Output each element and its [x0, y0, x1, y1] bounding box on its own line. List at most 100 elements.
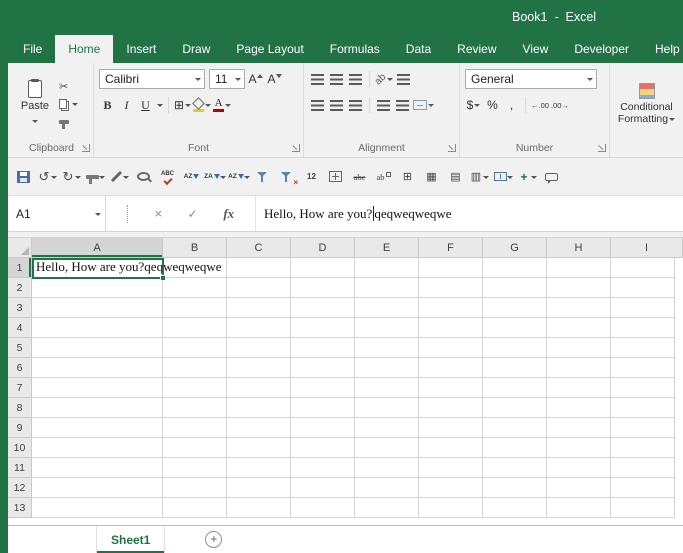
- cell-E11[interactable]: [355, 458, 419, 478]
- decrease-font-size-button[interactable]: A: [266, 70, 283, 88]
- select-all-corner[interactable]: [8, 238, 32, 258]
- increase-decimal-button[interactable]: ←.00: [531, 96, 549, 114]
- align-right-button[interactable]: [347, 96, 364, 114]
- font-size-select[interactable]: 11: [209, 69, 245, 89]
- save-button[interactable]: [12, 165, 35, 189]
- cell-A8[interactable]: [32, 398, 163, 418]
- cell-B7[interactable]: [163, 378, 227, 398]
- draw-border-button[interactable]: [108, 165, 131, 189]
- undo-button[interactable]: ↺: [36, 165, 59, 189]
- cell-D5[interactable]: [291, 338, 355, 358]
- cell-C6[interactable]: [227, 358, 291, 378]
- cell-H6[interactable]: [547, 358, 611, 378]
- cell-I9[interactable]: [611, 418, 675, 438]
- cell-I4[interactable]: [611, 318, 675, 338]
- cell-I2[interactable]: [611, 278, 675, 298]
- superscript-button[interactable]: ab: [372, 165, 395, 189]
- cell-A3[interactable]: [32, 298, 163, 318]
- cell-H3[interactable]: [547, 298, 611, 318]
- cell-D9[interactable]: [291, 418, 355, 438]
- cell-F9[interactable]: [419, 418, 483, 438]
- increase-indent-button[interactable]: [394, 96, 411, 114]
- cell-D4[interactable]: [291, 318, 355, 338]
- cell-G9[interactable]: [483, 418, 547, 438]
- cell-B3[interactable]: [163, 298, 227, 318]
- calculator-button[interactable]: [324, 165, 347, 189]
- cell-A6[interactable]: [32, 358, 163, 378]
- row-header-7[interactable]: 7: [8, 378, 32, 398]
- row-header-6[interactable]: 6: [8, 358, 32, 378]
- copy-button[interactable]: [59, 97, 78, 111]
- align-center-button[interactable]: [328, 96, 345, 114]
- italic-button[interactable]: I: [118, 96, 135, 114]
- cell-D12[interactable]: [291, 478, 355, 498]
- top-border-button[interactable]: ▤: [444, 165, 467, 189]
- formula-input[interactable]: Hello, How are you? qeqweqweqwe: [256, 196, 683, 231]
- cell-I12[interactable]: [611, 478, 675, 498]
- cell-B13[interactable]: [163, 498, 227, 518]
- ribbon-tab-formulas[interactable]: Formulas: [317, 35, 393, 63]
- format-painter-button[interactable]: [84, 165, 107, 189]
- cell-C10[interactable]: [227, 438, 291, 458]
- top-align-button[interactable]: [309, 70, 326, 88]
- merge-cells-button[interactable]: [492, 165, 515, 189]
- row-header-3[interactable]: 3: [8, 298, 32, 318]
- cell-G6[interactable]: [483, 358, 547, 378]
- cell-H7[interactable]: [547, 378, 611, 398]
- bold-button[interactable]: B: [99, 96, 116, 114]
- borders-button[interactable]: ⊞: [174, 96, 191, 114]
- row-header-11[interactable]: 11: [8, 458, 32, 478]
- ribbon-tab-review[interactable]: Review: [444, 35, 509, 63]
- cell-E13[interactable]: [355, 498, 419, 518]
- cell-H5[interactable]: [547, 338, 611, 358]
- cell-A9[interactable]: [32, 418, 163, 438]
- bottom-border-button[interactable]: ▥: [468, 165, 491, 189]
- cell-G5[interactable]: [483, 338, 547, 358]
- cell-B10[interactable]: [163, 438, 227, 458]
- cell-A10[interactable]: [32, 438, 163, 458]
- cell-C4[interactable]: [227, 318, 291, 338]
- percent-style-button[interactable]: %: [484, 96, 501, 114]
- cell-H2[interactable]: [547, 278, 611, 298]
- cell-C13[interactable]: [227, 498, 291, 518]
- row-header-5[interactable]: 5: [8, 338, 32, 358]
- cell-B2[interactable]: [163, 278, 227, 298]
- cell-G10[interactable]: [483, 438, 547, 458]
- cell-D3[interactable]: [291, 298, 355, 318]
- cell-G3[interactable]: [483, 298, 547, 318]
- cell-A12[interactable]: [32, 478, 163, 498]
- cell-E2[interactable]: [355, 278, 419, 298]
- sort-ascending-button[interactable]: AZ: [180, 165, 203, 189]
- row-header-12[interactable]: 12: [8, 478, 32, 498]
- orientation-button[interactable]: ab: [373, 70, 393, 88]
- filter-button[interactable]: [252, 165, 275, 189]
- ribbon-tab-view[interactable]: View: [510, 35, 562, 63]
- sort-descending-button[interactable]: ZA: [204, 165, 227, 189]
- cell-I13[interactable]: [611, 498, 675, 518]
- redo-button[interactable]: ↻: [60, 165, 83, 189]
- cell-C1[interactable]: [227, 258, 291, 278]
- accounting-format-button[interactable]: $: [465, 96, 482, 114]
- cell-E1[interactable]: [355, 258, 419, 278]
- column-header-E[interactable]: E: [355, 238, 419, 258]
- cell-H13[interactable]: [547, 498, 611, 518]
- new-sheet-button[interactable]: +: [205, 531, 223, 548]
- cell-G11[interactable]: [483, 458, 547, 478]
- cell-E4[interactable]: [355, 318, 419, 338]
- ribbon-tab-developer[interactable]: Developer: [561, 35, 642, 63]
- column-header-I[interactable]: I: [611, 238, 683, 258]
- cell-H10[interactable]: [547, 438, 611, 458]
- cell-D13[interactable]: [291, 498, 355, 518]
- cell-F8[interactable]: [419, 398, 483, 418]
- row-header-8[interactable]: 8: [8, 398, 32, 418]
- sheet-tab-sheet1[interactable]: Sheet1: [96, 526, 166, 553]
- cell-F13[interactable]: [419, 498, 483, 518]
- enter-button[interactable]: ✓: [188, 207, 198, 221]
- number-dialog-launcher-icon[interactable]: [598, 144, 606, 152]
- cell-B12[interactable]: [163, 478, 227, 498]
- cell-C11[interactable]: [227, 458, 291, 478]
- cell-I1[interactable]: [611, 258, 675, 278]
- font-dialog-launcher-icon[interactable]: [292, 144, 300, 152]
- cell-B5[interactable]: [163, 338, 227, 358]
- cell-G1[interactable]: [483, 258, 547, 278]
